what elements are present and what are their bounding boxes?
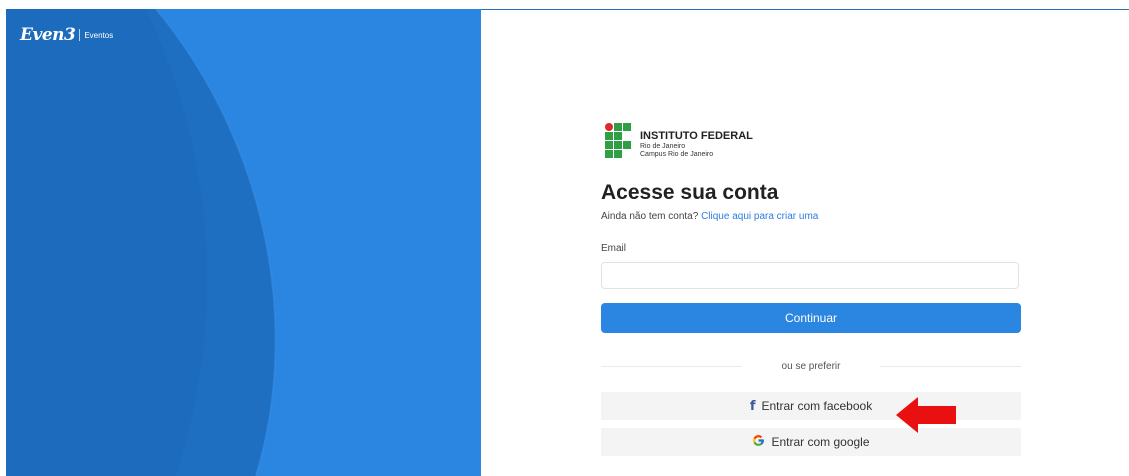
institution-campus: Campus Rio de Janeiro <box>640 151 714 158</box>
divider: ou se preferir <box>601 360 1022 372</box>
institution-city: Rio de Janeiro <box>640 143 686 150</box>
hero-waves <box>6 9 277 476</box>
even3-logo: Even3 <box>20 25 76 45</box>
google-icon <box>752 434 765 450</box>
google-login-button[interactable]: Entrar com google <box>601 428 1021 456</box>
signup-link[interactable]: Clique aqui para criar uma <box>701 211 818 222</box>
divider-line-left <box>601 365 742 367</box>
email-label: Email <box>601 243 627 254</box>
brand[interactable]: Even3 Eventos <box>20 25 113 45</box>
divider-line-right <box>880 365 1022 367</box>
brand-section: Eventos <box>84 30 114 40</box>
facebook-login-label: Entrar com facebook <box>761 399 873 413</box>
facebook-login-button[interactable]: f Entrar com facebook <box>601 392 1021 420</box>
top-rule <box>480 9 1129 10</box>
institution-name: INSTITUTO FEDERAL <box>640 130 753 142</box>
page-title: Acesse sua conta <box>601 181 779 204</box>
continue-button[interactable]: Continuar <box>601 303 1021 333</box>
signup-prompt: Ainda não tem conta? Clique aqui para cr… <box>601 211 818 222</box>
top-strip <box>0 0 1129 8</box>
divider-text: ou se preferir <box>781 360 841 372</box>
hero-panel: Even3 Eventos <box>6 9 481 476</box>
signup-prompt-text: Ainda não tem conta? <box>601 211 699 222</box>
brand-separator <box>79 29 81 41</box>
annotation-arrow <box>896 397 956 433</box>
institution-logo-icon <box>605 123 637 159</box>
facebook-icon: f <box>749 398 756 414</box>
email-field[interactable] <box>601 262 1019 289</box>
google-login-label: Entrar com google <box>771 435 870 449</box>
institution-logo: INSTITUTO FEDERAL Rio de Janeiro Campus … <box>605 123 753 159</box>
